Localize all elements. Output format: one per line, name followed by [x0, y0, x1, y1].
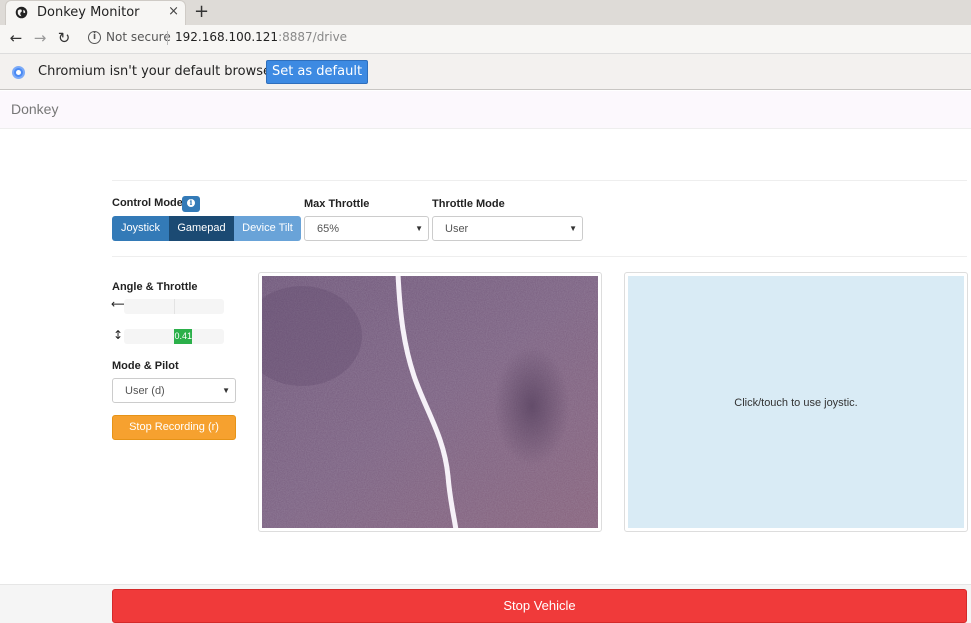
angle-bar — [124, 299, 224, 314]
divider — [112, 180, 967, 181]
mode-pilot-label: Mode & Pilot — [112, 360, 179, 372]
back-icon[interactable]: ← — [6, 28, 26, 48]
mode-pilot-value: User (d) — [125, 385, 165, 397]
control-mode-group: Joystick Gamepad Device Tilt — [112, 216, 301, 241]
browser-tab-bar: Donkey Monitor × + — [0, 0, 971, 25]
mode-device-tilt-button[interactable]: Device Tilt — [234, 216, 301, 241]
address-separator — [167, 31, 168, 45]
throttle-bar: 0.41 — [124, 329, 224, 344]
stop-recording-button[interactable]: Stop Recording (r) — [112, 415, 236, 440]
globe-icon — [15, 6, 28, 19]
mode-joystick-button[interactable]: Joystick — [112, 216, 169, 241]
throttle-bar-fill: 0.41 — [174, 329, 193, 344]
forward-icon[interactable]: → — [30, 28, 50, 48]
mode-pilot-select[interactable]: User (d) ▼ — [112, 378, 236, 403]
control-mode-label: Control Mode — [112, 197, 183, 209]
browser-toolbar: ← → ↻ i Not secure 192.168.100.121:8887/… — [0, 25, 971, 53]
tab-title: Donkey Monitor — [37, 5, 140, 20]
chevron-down-icon: ▼ — [222, 386, 230, 395]
set-as-default-button[interactable]: Set as default — [266, 60, 368, 84]
stop-vehicle-button[interactable]: Stop Vehicle — [112, 589, 967, 623]
info-icon[interactable]: i — [88, 31, 101, 44]
chevron-down-icon: ▼ — [415, 224, 423, 233]
joystick-pad[interactable]: Click/touch to use joystic. — [628, 276, 964, 528]
not-secure-label: Not secure — [106, 30, 171, 44]
page-navbar: Donkey — [0, 91, 971, 129]
new-tab-icon[interactable]: + — [194, 1, 209, 22]
divider — [112, 256, 967, 257]
throttle-mode-select[interactable]: User ▼ — [432, 216, 583, 241]
max-throttle-label: Max Throttle — [304, 198, 370, 210]
angle-bar-center — [174, 299, 175, 314]
throttle-mode-value: User — [445, 223, 469, 235]
chevron-down-icon: ▼ — [569, 224, 577, 233]
angle-throttle-label: Angle & Throttle — [112, 281, 198, 293]
infobar-message: Chromium isn't your default browser — [38, 64, 277, 79]
camera-feed-image — [262, 276, 598, 528]
url-host: 192.168.100.121 — [175, 30, 279, 44]
max-throttle-value: 65% — [317, 223, 340, 235]
chromium-icon — [12, 66, 25, 79]
url-path: :8887/drive — [278, 30, 348, 44]
joystick-hint: Click/touch to use joystic. — [734, 397, 858, 409]
address-bar[interactable]: i Not secure 192.168.100.121:8887/drive — [82, 27, 967, 49]
camera-feed-frame — [258, 272, 602, 532]
control-mode-info-icon[interactable] — [182, 196, 200, 212]
mode-gamepad-button[interactable]: Gamepad — [169, 216, 234, 241]
max-throttle-select[interactable]: 65% ▼ — [304, 216, 429, 241]
default-browser-infobar: Chromium isn't your default browser Set … — [0, 53, 971, 90]
brand-link[interactable]: Donkey — [11, 101, 58, 117]
reload-icon[interactable]: ↻ — [54, 28, 74, 48]
throttle-mode-label: Throttle Mode — [432, 198, 505, 210]
browser-tab[interactable]: Donkey Monitor × — [5, 0, 186, 25]
vertical-arrow-icon: ↕ — [113, 328, 124, 342]
close-tab-icon[interactable]: × — [168, 4, 179, 19]
joystick-pad-frame[interactable]: Click/touch to use joystic. — [624, 272, 968, 532]
url-text: 192.168.100.121:8887/drive — [175, 30, 347, 44]
